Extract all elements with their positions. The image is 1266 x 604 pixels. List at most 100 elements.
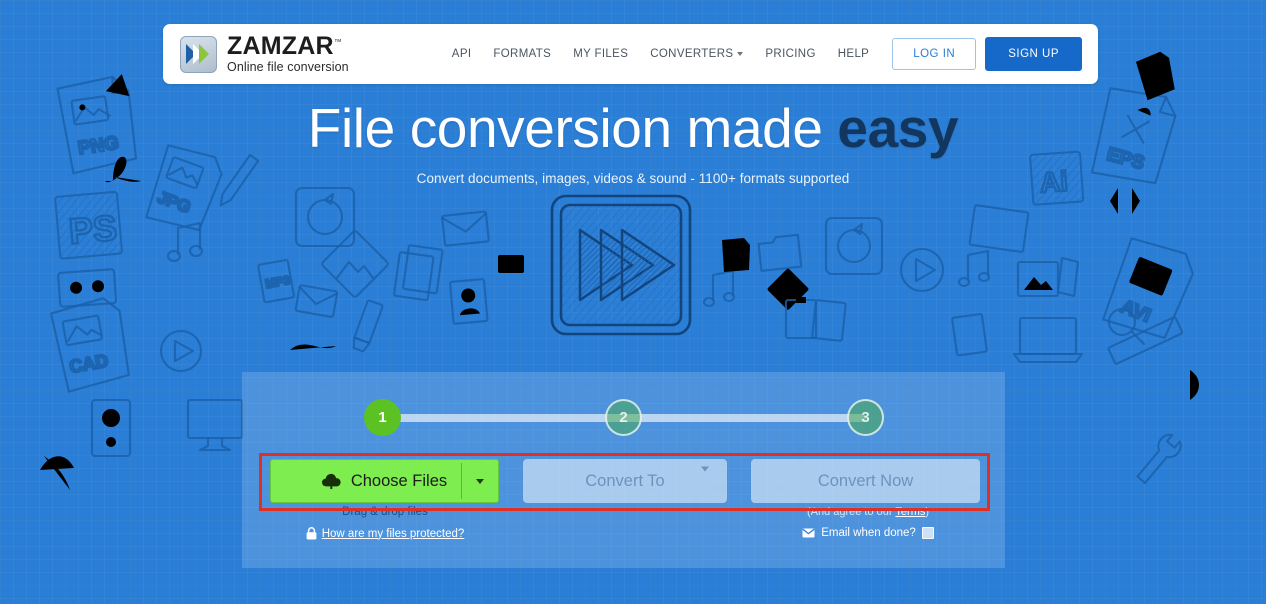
convert-to-dropdown-toggle[interactable] bbox=[701, 466, 710, 491]
doodle-laptop bbox=[1012, 316, 1084, 364]
doodle-envelope-3 bbox=[498, 255, 524, 273]
nav-item-converters[interactable]: CONVERTERS bbox=[639, 40, 754, 68]
signup-button[interactable]: SIGN UP bbox=[985, 37, 1082, 71]
svg-text:JPG: JPG bbox=[155, 188, 193, 217]
doodle-scribble-mid bbox=[290, 344, 336, 350]
convert-to-button[interactable]: Convert To bbox=[522, 459, 728, 503]
hero-subtitle: Convert documents, images, videos & soun… bbox=[416, 171, 850, 187]
doodle-marker bbox=[352, 299, 384, 353]
svg-text:AVI: AVI bbox=[1118, 296, 1154, 327]
svg-text:CAD: CAD bbox=[68, 351, 110, 377]
doodle-file-top-right bbox=[1135, 51, 1175, 101]
action-buttons-row: Choose Files Convert To Convert Now bbox=[270, 459, 980, 503]
nav-item-my-files[interactable]: MY FILES bbox=[562, 40, 639, 68]
convert-to-label: Convert To bbox=[585, 471, 665, 490]
logo-wordmark: ZAMZAR bbox=[227, 32, 334, 61]
site-header: ZAMZAR™ Online file conversion API FORMA… bbox=[163, 24, 1098, 84]
nav-item-converters-label: CONVERTERS bbox=[650, 48, 734, 60]
doodle-envelope-2 bbox=[294, 284, 339, 318]
hero-title: File conversion made easy bbox=[0, 97, 1266, 159]
terms-link[interactable]: Terms bbox=[895, 506, 925, 518]
choose-files-button[interactable]: Choose Files bbox=[270, 459, 499, 503]
doodle-refresh-circle bbox=[294, 186, 356, 248]
zamzar-logo-icon bbox=[180, 35, 217, 73]
doodle-music-notes-right bbox=[702, 269, 736, 308]
doodle-music-note-right-2 bbox=[957, 249, 991, 288]
svg-text:PS: PS bbox=[67, 207, 118, 252]
choose-files-dropdown-toggle[interactable] bbox=[462, 460, 498, 502]
doodle-avi-file: AVI bbox=[1102, 237, 1194, 340]
doodle-mp3-tag: MP3 bbox=[257, 259, 295, 304]
trademark-symbol: ™ bbox=[333, 37, 342, 47]
nav-item-help[interactable]: HELP bbox=[827, 40, 880, 68]
logo-tagline: Online file conversion bbox=[227, 60, 349, 75]
cloud-upload-icon bbox=[321, 473, 341, 489]
svg-text:MP3: MP3 bbox=[264, 273, 291, 291]
how-are-files-protected-link[interactable]: How are my files protected? bbox=[322, 528, 465, 540]
choose-files-label: Choose Files bbox=[350, 471, 448, 490]
doodle-refresh-circle-2 bbox=[824, 216, 884, 276]
doodle-scribble-left bbox=[40, 456, 74, 490]
login-button[interactable]: LOG IN bbox=[892, 38, 977, 70]
lock-icon bbox=[306, 527, 317, 540]
right-captions: (And agree to our Terms) Email when done… bbox=[753, 506, 983, 539]
conversion-panel: 1 2 3 Choose Files Convert To Convert No… bbox=[242, 372, 1005, 568]
chevron-down-icon bbox=[701, 466, 710, 490]
doodle-ruler bbox=[1107, 316, 1184, 365]
doodle-triangle bbox=[105, 74, 130, 97]
email-when-done-label: Email when done? bbox=[821, 527, 916, 539]
fast-forward-play-icon bbox=[548, 192, 694, 343]
envelope-icon bbox=[802, 528, 815, 538]
doodle-clipboard-2 bbox=[811, 299, 847, 342]
doodle-diamond-image bbox=[321, 230, 389, 298]
zamzar-homepage: PNG PS CAD JPG MP3 EPS Ai AVI ZAMZAR™ On… bbox=[0, 0, 1266, 604]
step-3-indicator[interactable]: 3 bbox=[847, 399, 884, 436]
nav-item-formats[interactable]: FORMATS bbox=[482, 40, 562, 68]
terms-agreement-text: (And agree to our Terms) bbox=[753, 506, 983, 518]
doodle-id-card bbox=[449, 278, 489, 325]
doodle-cassette bbox=[57, 268, 118, 308]
drag-drop-hint: Drag & drop files bbox=[342, 506, 428, 518]
doodle-play-circle-left bbox=[159, 329, 203, 373]
chevron-down-icon bbox=[737, 51, 744, 56]
doodle-folder bbox=[757, 233, 803, 272]
step-2-indicator[interactable]: 2 bbox=[605, 399, 642, 436]
chevron-down-icon bbox=[475, 478, 484, 484]
nav-item-api[interactable]: API bbox=[441, 40, 483, 68]
logo[interactable]: ZAMZAR™ Online file conversion bbox=[180, 34, 349, 74]
hero-title-accent: easy bbox=[837, 97, 959, 159]
doodle-music-note bbox=[166, 221, 204, 263]
hero-section: File conversion made easy Convert docume… bbox=[0, 97, 1266, 187]
step-3-number: 3 bbox=[861, 409, 870, 426]
step-1-number: 1 bbox=[378, 409, 387, 426]
email-when-done-row: Email when done? bbox=[753, 527, 983, 539]
nav-item-pricing[interactable]: PRICING bbox=[754, 40, 826, 68]
files-protected-row: How are my files protected? bbox=[270, 527, 500, 540]
main-navigation: API FORMATS MY FILES CONVERTERS PRICING … bbox=[441, 37, 1082, 71]
doodle-magnifier bbox=[1107, 307, 1146, 346]
doodle-play-circle-right bbox=[899, 247, 945, 293]
email-when-done-checkbox[interactable] bbox=[921, 527, 934, 539]
doodle-monitor bbox=[186, 398, 244, 452]
terms-suffix: ) bbox=[925, 506, 930, 518]
double-chevron-icon bbox=[186, 44, 209, 64]
doodle-scribble-right bbox=[1190, 370, 1199, 400]
terms-prefix: (And agree to our bbox=[806, 506, 896, 518]
doodle-clipboard-1 bbox=[784, 297, 818, 340]
doodle-image-folder bbox=[1016, 256, 1080, 298]
doodle-document-stack bbox=[393, 244, 444, 302]
doodle-diamond-image-2 bbox=[767, 268, 809, 310]
step-1-indicator[interactable]: 1 bbox=[364, 399, 401, 436]
left-captions: Drag & drop files How are my files prote… bbox=[270, 506, 500, 540]
convert-now-button[interactable]: Convert Now bbox=[751, 459, 980, 503]
doodle-clipboard-3 bbox=[951, 313, 988, 357]
doodle-speaker bbox=[90, 398, 132, 458]
doodle-wrench bbox=[1136, 433, 1182, 484]
convert-now-label: Convert Now bbox=[817, 471, 914, 490]
doodle-cad-file: CAD bbox=[49, 297, 130, 393]
hero-title-plain: File conversion made bbox=[307, 97, 838, 159]
doodle-film-strip bbox=[968, 204, 1030, 253]
doodle-file-small bbox=[722, 238, 750, 272]
doodle-photoshop: PS bbox=[54, 190, 123, 260]
doodle-code-icon bbox=[1110, 186, 1140, 216]
